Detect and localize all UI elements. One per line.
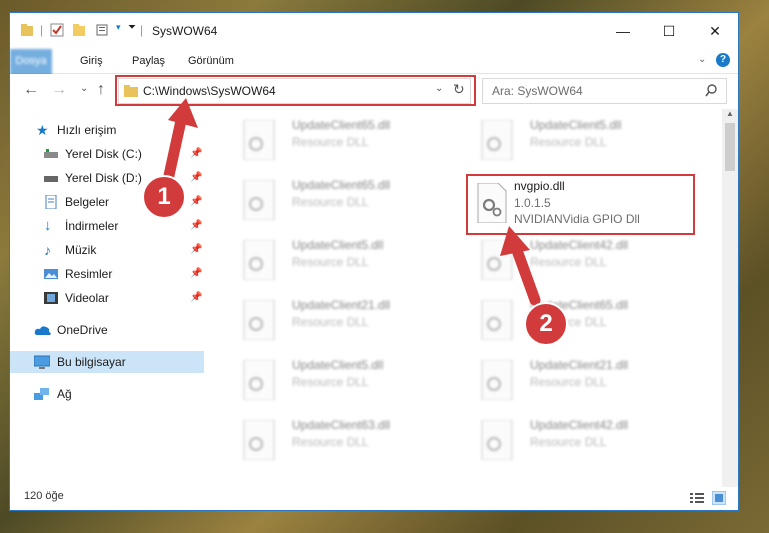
step-badge-1: 1 (142, 175, 186, 219)
annotation-arrows (162, 98, 541, 306)
step-badge-2: 2 (524, 302, 568, 346)
